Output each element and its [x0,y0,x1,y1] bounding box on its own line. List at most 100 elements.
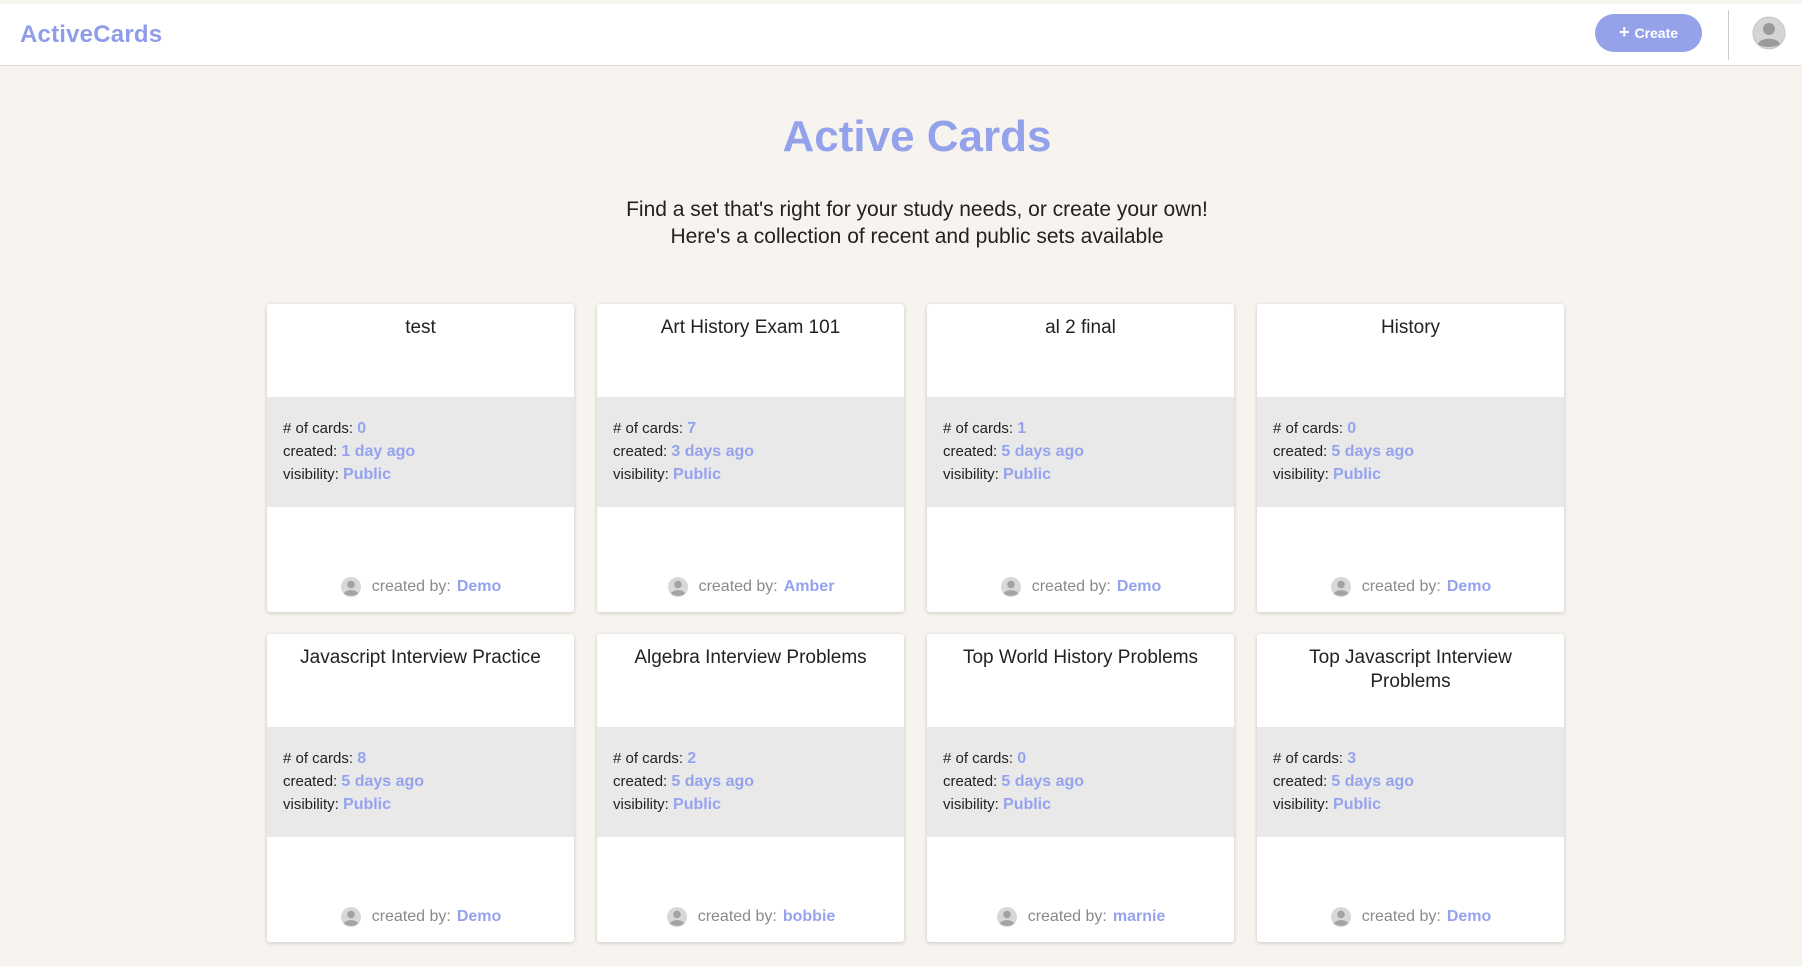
card-info: # of cards: 0 created: 1 day ago visibilit… [267,397,574,507]
card-created-line: created: 5 days ago [1273,770,1564,793]
user-avatar-icon[interactable] [1752,16,1786,50]
created-by-label: created by: [371,908,451,925]
card-info: # of cards: 2 created: 5 days ago visibili… [597,727,904,837]
card-footer: created by: bobbie [597,906,904,928]
card-title: History [1380,317,1441,338]
card-count: 7 [687,420,697,437]
created-by-label: created by: [697,908,777,925]
card-visibility-label: visibility: [1273,466,1329,483]
set-card[interactable]: Javascript Interview Practice # of cards:… [267,634,574,942]
card-info: # of cards: 7 created: 3 days ago visibili… [597,397,904,507]
card-visibility-line: visibility: Public [943,793,1234,816]
card-title: Top World History Problems [962,647,1199,668]
card-info: # of cards: 8 created: 5 days ago visibili… [267,727,574,837]
card-title: Top Javascript Interview Problems [1309,647,1512,692]
card-created: 5 days ago [671,773,755,790]
card-created-line: created: 5 days ago [613,770,904,793]
created-by-label: created by: [1361,578,1441,595]
card-visibility-line: visibility: Public [613,463,904,486]
card-visibility-label: visibility: [943,796,999,813]
card-count: 3 [1347,750,1357,767]
card-count-label: # of cards: [1273,420,1344,437]
user-circle-icon [340,906,362,928]
page-title: Active Cards [782,112,1052,161]
created-by-label: created by: [1027,908,1107,925]
card-count-line: # of cards: 1 [943,417,1234,440]
user-circle-icon [1330,906,1352,928]
user-circle-icon [666,906,688,928]
set-card[interactable]: Art History Exam 101 # of cards: 7 created… [597,304,904,612]
card-created-label: created: [1273,773,1328,790]
card-visibility: Public [1333,466,1382,483]
user-circle-icon [1330,576,1352,598]
card-footer: created by: Demo [267,576,574,598]
card-visibility: Public [673,466,722,483]
card-created-line: created: 3 days ago [613,440,904,463]
card-visibility-line: visibility: Public [1273,793,1564,816]
card-visibility: Public [1003,796,1052,813]
card-title: Javascript Interview Practice [300,647,541,668]
set-card[interactable]: History # of cards: 0 created: 5 days ago v… [1257,304,1564,612]
card-footer: created by: Demo [927,576,1234,598]
card-created-line: created: 1 day ago [283,440,574,463]
subtitle-line-1: Find a set that's right for your study n… [626,198,1208,221]
card-count-line: # of cards: 0 [1273,417,1564,440]
card-count-label: # of cards: [1273,750,1344,767]
card-grid: test # of cards: 0 created: 1 day ago visib… [267,304,1565,944]
card-created-label: created: [283,443,338,460]
card-creator-link[interactable]: Amber [784,578,835,596]
card-creator-link[interactable]: bobbie [783,908,835,926]
card-visibility: Public [1003,466,1052,483]
card-creator-link[interactable]: Demo [457,578,501,596]
card-count-label: # of cards: [943,420,1014,437]
card-visibility: Public [343,796,392,813]
user-circle-icon [340,576,362,598]
card-creator-link[interactable]: Demo [1447,908,1491,926]
set-card[interactable]: Top Javascript Interview Problems # of ca… [1257,634,1564,942]
card-visibility-line: visibility: Public [613,793,904,816]
page-subtitle: Find a set that's right for your study n… [0,196,1802,250]
card-count: 2 [687,750,697,767]
card-created-label: created: [613,773,668,790]
card-creator-link[interactable]: Demo [1117,578,1161,596]
card-visibility-line: visibility: Public [1273,463,1564,486]
card-created: 5 days ago [1001,443,1085,460]
page: ActiveCards + Create Active Cards Find a… [0,0,1802,966]
card-creator-link[interactable]: marnie [1113,908,1165,926]
set-card[interactable]: Algebra Interview Problems # of cards: 2c… [597,634,904,942]
card-count-label: # of cards: [613,750,684,767]
user-circle-icon [667,576,689,598]
card-footer: created by: Demo [1257,906,1564,928]
set-card[interactable]: Top World History Problems # of cards: 0c… [927,634,1234,942]
create-button-label: Create [1634,25,1679,41]
card-footer: created by: marnie [927,906,1234,928]
create-button[interactable]: + Create [1595,14,1702,52]
brand-logo[interactable]: ActiveCards [20,21,162,49]
set-card[interactable]: al 2 final # of cards: 1 created: 5 days a… [927,304,1234,612]
set-card[interactable]: test # of cards: 0 created: 1 day ago visib… [267,304,574,612]
card-visibility: Public [1333,796,1382,813]
card-created-label: created: [943,773,998,790]
card-count: 0 [1347,420,1357,437]
card-created: 5 days ago [341,773,425,790]
card-count-line: # of cards: 8 [283,747,574,770]
card-footer: created by: Demo [267,906,574,928]
top-nav: ActiveCards + Create [0,4,1802,66]
card-count: 0 [357,420,367,437]
card-count: 1 [1017,420,1027,437]
card-created-line: created: 5 days ago [943,440,1234,463]
card-footer: created by: Amber [597,576,904,598]
card-count-line: # of cards: 0 [943,747,1234,770]
card-created-label: created: [613,443,668,460]
card-creator-link[interactable]: Demo [457,908,501,926]
created-by-label: created by: [1031,578,1111,595]
header-divider [1728,10,1729,60]
card-count-label: # of cards: [943,750,1014,767]
card-created-line: created: 5 days ago [943,770,1234,793]
plus-icon: + [1618,22,1630,42]
card-count: 8 [357,750,367,767]
card-title: test [405,317,436,338]
card-visibility-line: visibility: Public [943,463,1234,486]
card-creator-link[interactable]: Demo [1447,578,1491,596]
user-circle-icon [1000,576,1022,598]
